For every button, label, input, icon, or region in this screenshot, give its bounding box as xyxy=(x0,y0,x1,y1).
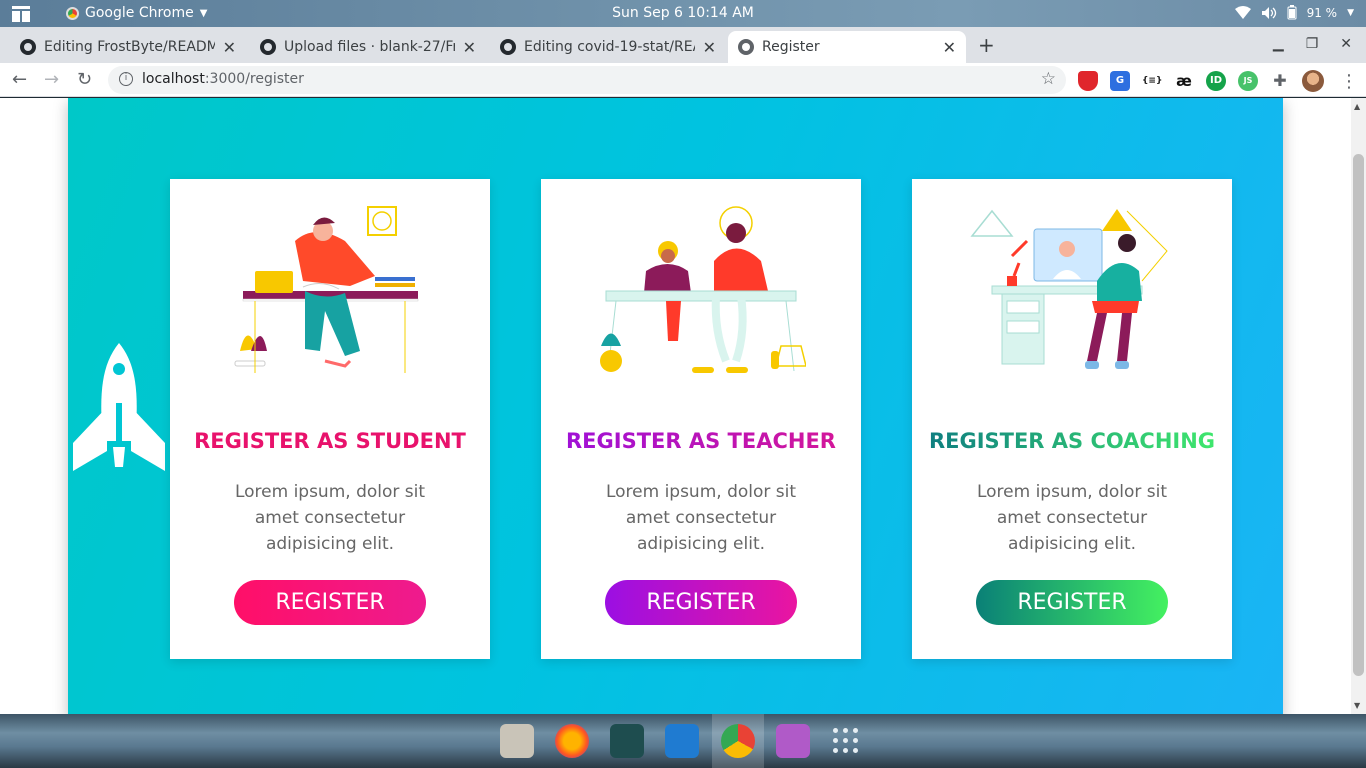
tab-title: Upload files · blank-27/Fro xyxy=(284,39,455,55)
translate-icon[interactable]: G xyxy=(1110,71,1130,91)
coaching-card: REGISTER AS COACHING Lorem ipsum, dolor … xyxy=(912,179,1232,659)
avatar[interactable] xyxy=(1302,70,1324,92)
menu-kebab-icon[interactable]: ⋮ xyxy=(1340,71,1358,92)
register-section: REGISTER AS STUDENT Lorem ipsum, dolor s… xyxy=(68,98,1283,714)
firefox-icon[interactable] xyxy=(555,724,589,758)
github-icon xyxy=(260,39,276,55)
register-coaching-button[interactable]: REGISTER xyxy=(976,580,1168,625)
close-window-icon[interactable]: ✕ xyxy=(1340,36,1352,52)
grammar-icon[interactable]: ID xyxy=(1206,71,1226,91)
register-teacher-button[interactable]: REGISTER xyxy=(605,580,797,625)
scroll-up-icon[interactable]: ▲ xyxy=(1354,102,1360,111)
system-top-bar: Google Chrome ▼ Sun Sep 6 10:14 AM 91 % … xyxy=(0,0,1366,27)
terminal-icon[interactable] xyxy=(610,724,644,758)
shield-icon[interactable] xyxy=(1078,71,1098,91)
volume-icon xyxy=(1261,6,1276,19)
scroll-down-icon[interactable]: ▼ xyxy=(1354,701,1360,710)
js-icon[interactable]: JS xyxy=(1238,71,1258,91)
github-icon xyxy=(500,39,516,55)
tab-title: Register xyxy=(762,39,820,55)
teacher-with-child-illustration xyxy=(600,206,806,373)
card-title: REGISTER AS STUDENT xyxy=(194,429,466,453)
browser-toolbar: ← → ↻ i localhost:3000/register ☆ G {≡} … xyxy=(0,63,1366,97)
wifi-icon xyxy=(1234,5,1251,19)
tab-upload-files[interactable]: Upload files · blank-27/Fro ✕ xyxy=(250,31,486,63)
files-icon[interactable] xyxy=(500,724,534,758)
app-grid-icon[interactable] xyxy=(833,728,861,756)
battery-icon xyxy=(1287,5,1297,20)
card-description: Lorem ipsum, dolor sit amet consectetur … xyxy=(605,482,797,554)
video-icon[interactable] xyxy=(776,724,810,758)
page-scrollbar[interactable]: ▲ ▼ xyxy=(1351,98,1366,714)
puzzle-icon[interactable]: ✚ xyxy=(1270,71,1290,91)
tab-title: Editing FrostByte/README xyxy=(44,39,215,55)
card-description: Lorem ipsum, dolor sit amet consectetur … xyxy=(976,482,1168,554)
close-icon[interactable]: ✕ xyxy=(463,38,476,57)
ae-icon[interactable]: æ xyxy=(1174,71,1194,91)
site-info-icon[interactable]: i xyxy=(119,72,133,86)
chrome-icon[interactable] xyxy=(721,724,755,758)
tab-editing-covid[interactable]: Editing covid-19-stat/REA ✕ xyxy=(490,31,726,63)
json-icon[interactable]: {≡} xyxy=(1142,71,1162,91)
online-coaching-illustration xyxy=(970,209,1168,369)
address-bar[interactable]: i localhost:3000/register ☆ xyxy=(108,66,1066,94)
teacher-card: REGISTER AS TEACHER Lorem ipsum, dolor s… xyxy=(541,179,861,659)
new-tab-button[interactable]: + xyxy=(978,33,995,57)
forward-arrow-icon[interactable]: → xyxy=(44,69,59,90)
clock[interactable]: Sun Sep 6 10:14 AM xyxy=(0,5,1366,21)
tab-register[interactable]: Register ✕ xyxy=(728,31,966,63)
battery-percent: 91 % xyxy=(1306,5,1338,20)
card-title: REGISTER AS TEACHER xyxy=(566,429,836,453)
reload-icon[interactable]: ↻ xyxy=(77,69,92,90)
vscode-icon[interactable] xyxy=(665,724,699,758)
ubuntu-dock xyxy=(0,714,1366,768)
github-icon xyxy=(20,39,36,55)
tab-title: Editing covid-19-stat/REA xyxy=(524,39,695,55)
card-description: Lorem ipsum, dolor sit amet consectetur … xyxy=(234,482,426,554)
window-controls: ▁ ❐ ✕ xyxy=(1273,36,1352,52)
page-viewport: REGISTER AS STUDENT Lorem ipsum, dolor s… xyxy=(0,98,1351,714)
scrollbar-thumb[interactable] xyxy=(1353,154,1364,676)
extensions-area: G {≡} æ ID JS ✚ ⋮ xyxy=(1078,70,1358,92)
student-studying-illustration xyxy=(234,206,419,373)
system-tray[interactable]: 91 % ▼ xyxy=(1234,5,1354,20)
card-title: REGISTER AS COACHING xyxy=(928,429,1216,453)
rocket-icon xyxy=(73,343,165,471)
close-icon[interactable]: ✕ xyxy=(943,38,956,57)
close-icon[interactable]: ✕ xyxy=(703,38,716,57)
minimize-icon[interactable]: ▁ xyxy=(1273,36,1284,52)
register-student-button[interactable]: REGISTER xyxy=(234,580,426,625)
close-icon[interactable]: ✕ xyxy=(223,38,236,57)
chevron-down-icon: ▼ xyxy=(1347,7,1354,18)
url-text: localhost:3000/register xyxy=(142,71,304,87)
restore-icon[interactable]: ❐ xyxy=(1306,36,1319,52)
tab-strip: Editing FrostByte/README ✕ Upload files … xyxy=(0,27,1366,63)
tab-editing-frostbyte[interactable]: Editing FrostByte/README ✕ xyxy=(10,31,246,63)
globe-icon xyxy=(738,39,754,55)
bookmark-star-icon[interactable]: ☆ xyxy=(1041,69,1056,89)
back-arrow-icon[interactable]: ← xyxy=(12,69,27,90)
student-card: REGISTER AS STUDENT Lorem ipsum, dolor s… xyxy=(170,179,490,659)
